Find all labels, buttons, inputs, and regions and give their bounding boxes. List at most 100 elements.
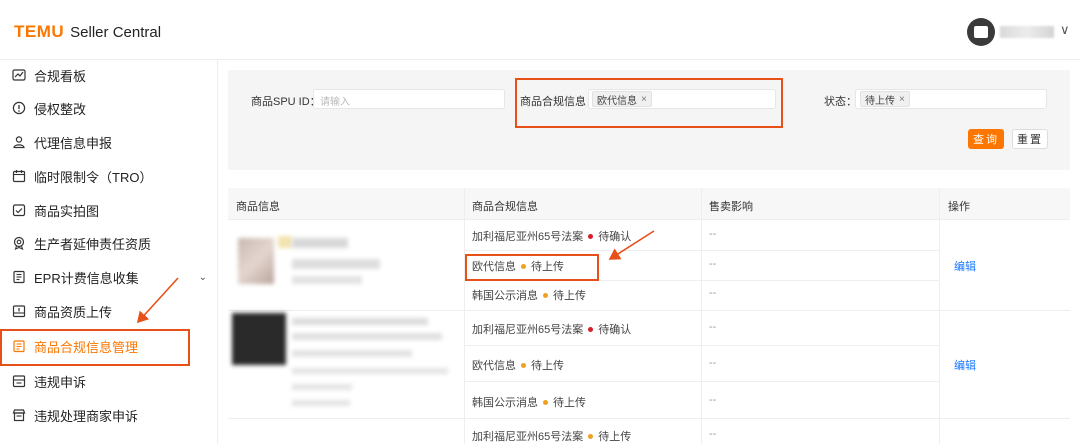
brand-logo[interactable]: TEMU Seller Central <box>14 22 161 42</box>
row-divider <box>228 310 1070 311</box>
compliance-name: 韩国公示消息 <box>472 290 538 302</box>
upload-tray-icon <box>12 304 26 318</box>
column-header-actions: 操作 <box>948 201 970 213</box>
status-dot-red <box>588 233 594 239</box>
sidebar-item-epr-qualification[interactable]: 生产者延伸责任资质 <box>0 228 217 258</box>
compliance-name: 韩国公示消息 <box>472 397 538 409</box>
compliance-item: 加利福尼亚州65号法案 待确认 <box>472 228 631 244</box>
badge-icon <box>12 236 26 250</box>
sub-row-divider <box>464 381 939 382</box>
status-label: 状态： <box>824 96 857 108</box>
alert-circle-icon <box>12 101 26 115</box>
edit-link[interactable]: 编辑 <box>954 258 976 274</box>
sidebar-item-violation-appeal[interactable]: 违规申诉 <box>0 366 217 396</box>
status-dot-orange <box>521 362 526 368</box>
compliance-item: 韩国公示消息 待上传 <box>472 287 586 303</box>
sidebar-item-agent-info[interactable]: 代理信息申报 <box>0 127 217 157</box>
top-header: TEMU Seller Central ∨ <box>0 0 1080 60</box>
spu-id-input[interactable]: 请输入 <box>313 89 505 109</box>
avatar[interactable] <box>967 18 995 46</box>
sidebar-item-tro[interactable]: 临时限制令（TRO） <box>0 161 217 191</box>
user-icon <box>12 135 26 149</box>
query-button[interactable]: 查询 <box>968 129 1004 149</box>
reset-button[interactable]: 重置 <box>1012 129 1048 149</box>
product-meta-blurred <box>292 259 380 269</box>
compliance-status: 待上传 <box>553 397 586 409</box>
sidebar-item-label: 生产者延伸责任资质 <box>34 236 152 252</box>
edit-link[interactable]: 编辑 <box>954 357 976 373</box>
product-thumbnail[interactable] <box>238 238 274 284</box>
sidebar-item-label: 临时限制令（TRO） <box>34 169 153 185</box>
product-meta-blurred <box>292 350 412 357</box>
product-thumbnail-badge <box>278 236 292 248</box>
sidebar-item-merchant-appeal[interactable]: 违规处理商家申诉 <box>0 400 217 430</box>
compliance-name: 加利福尼亚州65号法案 <box>472 231 584 243</box>
camera-frame-icon <box>12 203 26 217</box>
sales-impact: -- <box>709 428 717 440</box>
sales-impact: -- <box>709 357 717 369</box>
column-divider <box>464 188 465 444</box>
annotation-box-filter <box>515 78 783 128</box>
product-title-blurred <box>292 333 442 340</box>
sales-impact: -- <box>709 287 717 299</box>
status-dot-orange <box>543 399 548 405</box>
annotation-box-cell <box>465 254 599 281</box>
compliance-status: 待确认 <box>598 324 632 336</box>
sidebar-item-label: 商品资质上传 <box>34 304 113 320</box>
document-icon <box>12 270 26 284</box>
column-divider <box>701 188 702 444</box>
chevron-down-icon[interactable]: ∨ <box>1060 22 1070 38</box>
sidebar-item-dashboard[interactable]: 合规看板 <box>0 60 217 90</box>
column-header-impact: 售卖影响 <box>709 201 753 213</box>
sub-row-divider <box>464 345 939 346</box>
compliance-name: 欧代信息 <box>472 360 516 372</box>
sub-row-divider <box>464 250 939 251</box>
username-blurred[interactable] <box>1000 26 1054 38</box>
status-filter-tag: 待上传 × <box>860 91 910 107</box>
compliance-name: 加利福尼亚州65号法案 <box>472 431 584 443</box>
spu-id-label: 商品SPU ID： <box>251 96 321 108</box>
table-header <box>228 188 1070 220</box>
compliance-item: 欧代信息 待上传 <box>472 357 564 373</box>
sidebar-item-infringement[interactable]: 侵权整改 <box>0 93 217 123</box>
inbox-icon <box>12 374 26 388</box>
product-meta-blurred <box>292 400 350 406</box>
product-meta-blurred <box>292 368 448 374</box>
sidebar-item-label: 违规申诉 <box>34 374 87 390</box>
sidebar-item-qualification-upload[interactable]: 商品资质上传 <box>0 296 217 326</box>
status-dot-orange <box>588 433 594 439</box>
product-thumbnail[interactable] <box>232 313 286 365</box>
compliance-status: 待上传 <box>531 360 564 372</box>
sales-impact: -- <box>709 228 717 240</box>
sidebar-item-label: 侵权整改 <box>34 101 87 117</box>
product-name: Seller Central <box>70 24 162 41</box>
product-meta-blurred <box>292 276 362 284</box>
sidebar-item-label: 违规处理商家申诉 <box>34 408 139 424</box>
compliance-table: 商品信息 商品合规信息 售卖影响 操作 <box>228 188 1070 444</box>
close-icon[interactable]: × <box>899 94 905 105</box>
sales-impact: -- <box>709 394 717 406</box>
brand-name: TEMU <box>14 22 65 41</box>
calendar-icon <box>12 169 26 183</box>
sidebar-item-epr-billing[interactable]: EPR计费信息收集 ⌄ <box>0 262 217 292</box>
sales-impact: -- <box>709 258 717 270</box>
product-meta-blurred <box>292 384 352 390</box>
compliance-status: 待上传 <box>553 290 586 302</box>
annotation-box-sidebar <box>0 329 190 366</box>
compliance-name: 加利福尼亚州65号法案 <box>472 324 584 336</box>
sidebar-item-label: 合规看板 <box>34 68 87 84</box>
compliance-status: 待上传 <box>598 431 632 443</box>
sidebar-item-label: 代理信息申报 <box>34 135 113 151</box>
chart-icon <box>12 68 26 82</box>
sales-impact: -- <box>709 321 717 333</box>
compliance-item: 韩国公示消息 待上传 <box>472 394 586 410</box>
store-icon <box>12 408 26 422</box>
column-divider <box>939 188 940 444</box>
product-title-blurred <box>292 318 428 325</box>
tag-label: 待上传 <box>865 95 895 107</box>
product-title-blurred <box>292 238 348 248</box>
column-header-compliance: 商品合规信息 <box>472 201 538 213</box>
chevron-down-icon[interactable]: ⌄ <box>199 272 207 283</box>
sidebar-item-product-photos[interactable]: 商品实拍图 <box>0 195 217 225</box>
row-divider <box>228 418 1070 419</box>
